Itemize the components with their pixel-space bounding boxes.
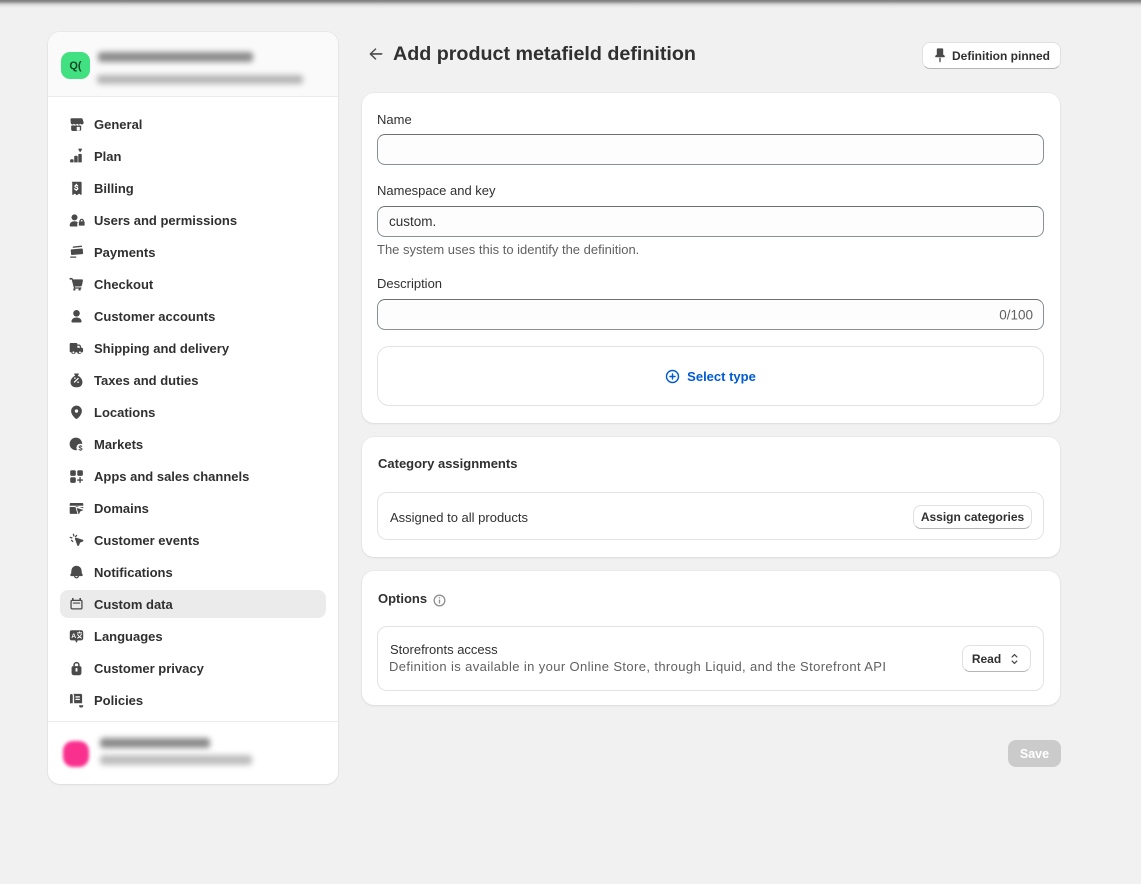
svg-text:A: A xyxy=(71,632,76,639)
